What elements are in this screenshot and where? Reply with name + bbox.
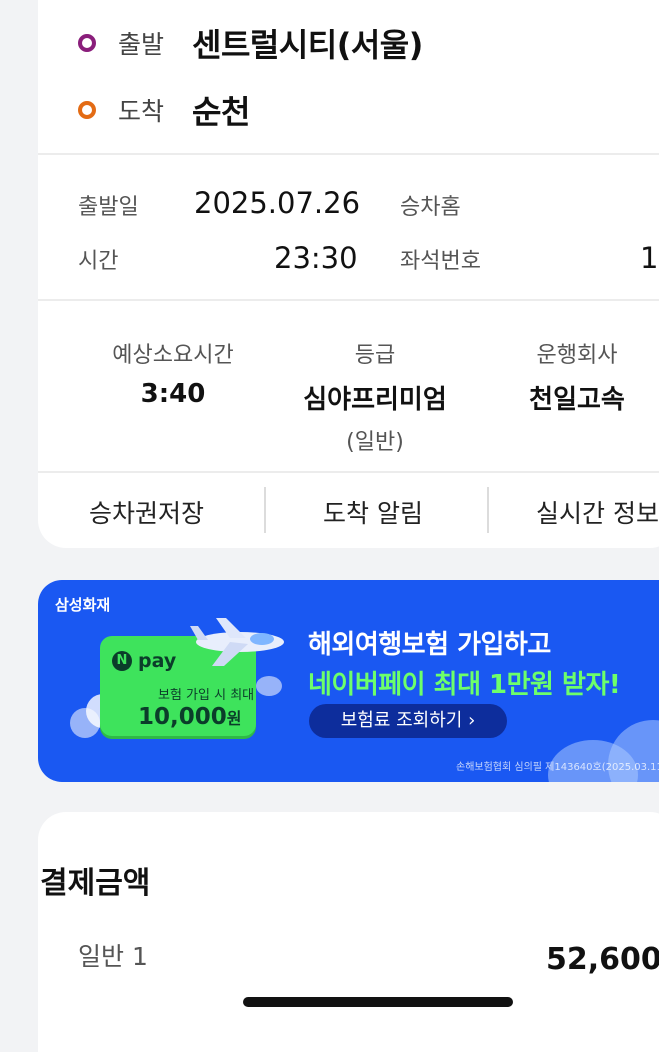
departure-row: 출발 센트럴시티(서울) (78, 20, 423, 66)
ticket-card: 출발 센트럴시티(서울) 도착 순천 출발일 2025.07.26 승차홈 시간… (38, 0, 659, 548)
divider (38, 153, 659, 155)
company-label: 운행회사 (536, 343, 618, 368)
home-indicator[interactable] (243, 997, 513, 1007)
action-separator (487, 487, 489, 533)
payment-item-label: 일반 1 (78, 942, 148, 971)
departure-label: 출발 (118, 30, 165, 59)
grade-value: 심야프리미엄 (303, 385, 447, 415)
grade-block: 등급 심야프리미엄 (일반) (265, 337, 485, 456)
duration-block: 예상소요시간 3:40 (63, 337, 283, 409)
arrival-dot-icon (78, 101, 96, 119)
arrival-label: 도착 (118, 97, 165, 126)
npay-logo: N pay (112, 650, 176, 672)
departure-terminal: 센트럴시티(서울) (192, 26, 423, 64)
grade-label: 등급 (354, 343, 396, 368)
departure-date-value: 2025.07.26 (194, 186, 361, 220)
npay-amount-unit: 원 (226, 709, 242, 728)
check-premium-button[interactable]: 보험료 조회하기 › (309, 704, 507, 738)
realtime-info-button[interactable]: 실시간 정보 (536, 494, 659, 530)
cloud-icon (256, 676, 282, 696)
action-separator (264, 487, 266, 533)
airplane-icon (190, 618, 284, 666)
banner-brand: 삼성화재 (55, 596, 111, 614)
payment-card (38, 812, 659, 1052)
seat-label: 좌석번호 (400, 249, 481, 274)
arrival-terminal: 순천 (192, 93, 250, 131)
payment-item-amount: 52,600원 (546, 942, 659, 977)
platform-label: 승차홈 (400, 195, 461, 220)
save-ticket-button[interactable]: 승차권저장 (89, 494, 204, 530)
npay-n-icon: N (112, 651, 132, 671)
departure-date-label: 출발일 (78, 195, 139, 220)
banner-title-line1: 해외여행보험 가입하고 (308, 630, 551, 660)
grade-sub: (일반) (346, 430, 404, 455)
duration-value: 3:40 (140, 379, 206, 409)
time-label: 시간 (78, 249, 119, 274)
arrival-row: 도착 순천 (78, 87, 250, 133)
npay-amount: 10,000원 (138, 704, 242, 730)
payment-title: 결제금액 (40, 866, 151, 901)
company-value: 천일고속 (529, 385, 625, 415)
npay-caption: 보험 가입 시 최대 (158, 688, 255, 703)
company-block: 운행회사 천일고속 (467, 337, 659, 416)
npay-pay-text: pay (138, 650, 177, 672)
insurance-ad-banner[interactable]: 삼성화재 N pay 보험 가입 시 최대 10,000원 해외여행보험 가입하… (38, 580, 659, 782)
time-value: 23:30 (274, 241, 358, 275)
arrival-alert-button[interactable]: 도착 알림 (323, 494, 423, 530)
banner-disclaimer: 손해보험협회 심의필 제143640호(2025.03.11~2026 (456, 762, 659, 773)
duration-label: 예상소요시간 (112, 343, 234, 368)
divider (38, 299, 659, 301)
departure-dot-icon (78, 34, 96, 52)
npay-amount-value: 10,000 (138, 704, 227, 730)
banner-title-line2: 네이버페이 최대 1만원 받자! (308, 670, 621, 700)
seat-value: 1 (640, 241, 659, 275)
divider (38, 471, 659, 473)
